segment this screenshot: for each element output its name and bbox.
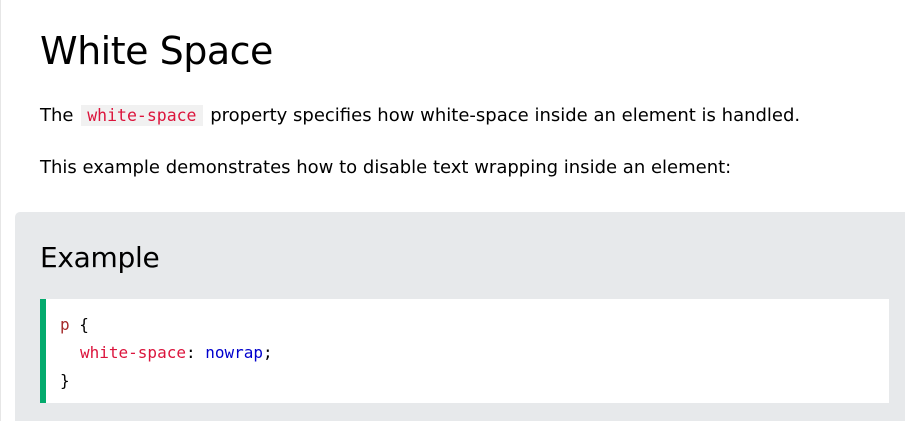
page-title: White Space xyxy=(40,29,273,73)
code-line-selector: p { xyxy=(60,311,89,339)
example-heading: Example xyxy=(40,241,160,274)
intro-prefix: The xyxy=(40,105,74,126)
intro-paragraph: The white-space property specifies how w… xyxy=(40,102,800,130)
content-left-border xyxy=(0,0,1,421)
code-line-close: } xyxy=(60,367,70,395)
intro-suffix: property specifies how white-space insid… xyxy=(210,105,801,126)
code-line-declaration: white-space: nowrap; xyxy=(80,339,273,367)
code-colon: : xyxy=(185,343,196,362)
code-block[interactable]: p { white-space: nowrap; } xyxy=(40,299,889,403)
code-value: nowrap xyxy=(205,343,264,362)
description-paragraph: This example demonstrates how to disable… xyxy=(40,157,732,178)
code-semicolon: ; xyxy=(263,343,273,362)
example-panel: Example p { white-space: nowrap; } xyxy=(15,212,905,421)
code-property: white-space xyxy=(80,343,186,362)
code-open-brace: { xyxy=(79,315,89,334)
code-close-brace: } xyxy=(60,371,70,390)
code-selector: p xyxy=(60,315,70,334)
inline-code-white-space: white-space xyxy=(81,105,203,126)
